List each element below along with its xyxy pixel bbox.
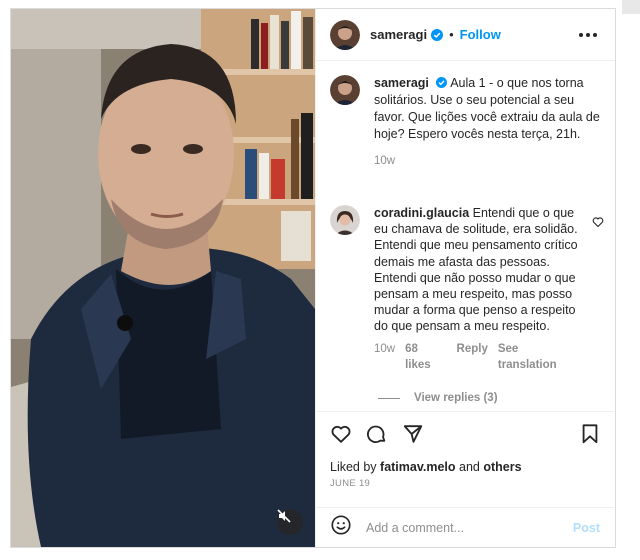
add-comment-input[interactable] — [366, 520, 566, 535]
view-replies-button[interactable]: View replies (3) — [378, 392, 498, 404]
author-avatar[interactable] — [330, 19, 360, 50]
comment-like-heart-icon[interactable] — [592, 215, 604, 233]
liked-by-others[interactable]: others — [483, 460, 521, 474]
comment-icon[interactable] — [366, 423, 388, 450]
more-options-icon[interactable] — [575, 29, 601, 41]
liked-by-and: and — [455, 460, 484, 474]
post-date[interactable]: JUNE 19 — [330, 478, 600, 489]
post-actions: Liked by fatimav.melo and others JUNE 19 — [316, 411, 614, 489]
author-avatar-image — [330, 19, 360, 50]
bookmark-icon[interactable] — [580, 423, 600, 450]
post-caption: sameragi Aula 1 - o que nos torna solitá… — [330, 75, 600, 170]
caption-body: sameragi Aula 1 - o que nos torna solitá… — [374, 75, 600, 170]
mute-button[interactable] — [277, 509, 303, 535]
post-media[interactable] — [11, 9, 315, 547]
separator-dot: • — [449, 27, 454, 42]
comment-timestamp[interactable]: 10w — [374, 341, 395, 373]
follow-button[interactable]: Follow — [460, 27, 501, 42]
comment-meta: 10w 68 likes Reply See translation — [374, 341, 580, 373]
author-username[interactable]: sameragi — [370, 27, 427, 42]
comment-text: Entendi que o que eu chamava de solitude… — [374, 206, 578, 334]
scrollbar-stub[interactable] — [622, 0, 640, 14]
verified-badge-icon — [431, 28, 444, 41]
view-replies-label: View replies (3) — [414, 392, 498, 404]
action-icons — [330, 423, 600, 450]
commenter-username[interactable]: coradini.glaucia — [374, 206, 469, 220]
heart-icon[interactable] — [330, 423, 352, 450]
liked-by-prefix: Liked by — [330, 460, 381, 474]
screen: sameragi • Follow sameragi Aula 1 - o qu… — [0, 0, 640, 560]
liked-by: Liked by fatimav.melo and others — [330, 460, 600, 474]
post-comment-button[interactable]: Post — [573, 521, 600, 535]
post-side-panel: sameragi • Follow sameragi Aula 1 - o qu… — [315, 9, 615, 547]
commenter-avatar[interactable] — [330, 205, 360, 235]
comment-body: coradini.glaucia Entendi que o que eu ch… — [374, 205, 580, 373]
video-frame — [11, 9, 315, 547]
reply-button[interactable]: Reply — [457, 341, 488, 373]
comment-likes[interactable]: 68 likes — [405, 341, 446, 373]
share-icon[interactable] — [402, 423, 424, 450]
see-translation-button[interactable]: See translation — [498, 341, 580, 373]
comment-composer: Post — [316, 507, 614, 547]
caption-avatar[interactable] — [330, 75, 360, 105]
verified-badge-icon — [436, 77, 448, 88]
replies-divider — [378, 397, 400, 399]
caption-timestamp[interactable]: 10w — [374, 153, 600, 170]
post-header: sameragi • Follow — [316, 9, 615, 61]
mute-icon — [277, 509, 291, 523]
comment-item: coradini.glaucia Entendi que o que eu ch… — [330, 205, 606, 373]
liked-by-user[interactable]: fatimav.melo — [380, 460, 456, 474]
caption-username[interactable]: sameragi — [374, 76, 429, 90]
emoji-icon[interactable] — [330, 514, 352, 541]
post-dialog: sameragi • Follow sameragi Aula 1 - o qu… — [10, 8, 616, 548]
